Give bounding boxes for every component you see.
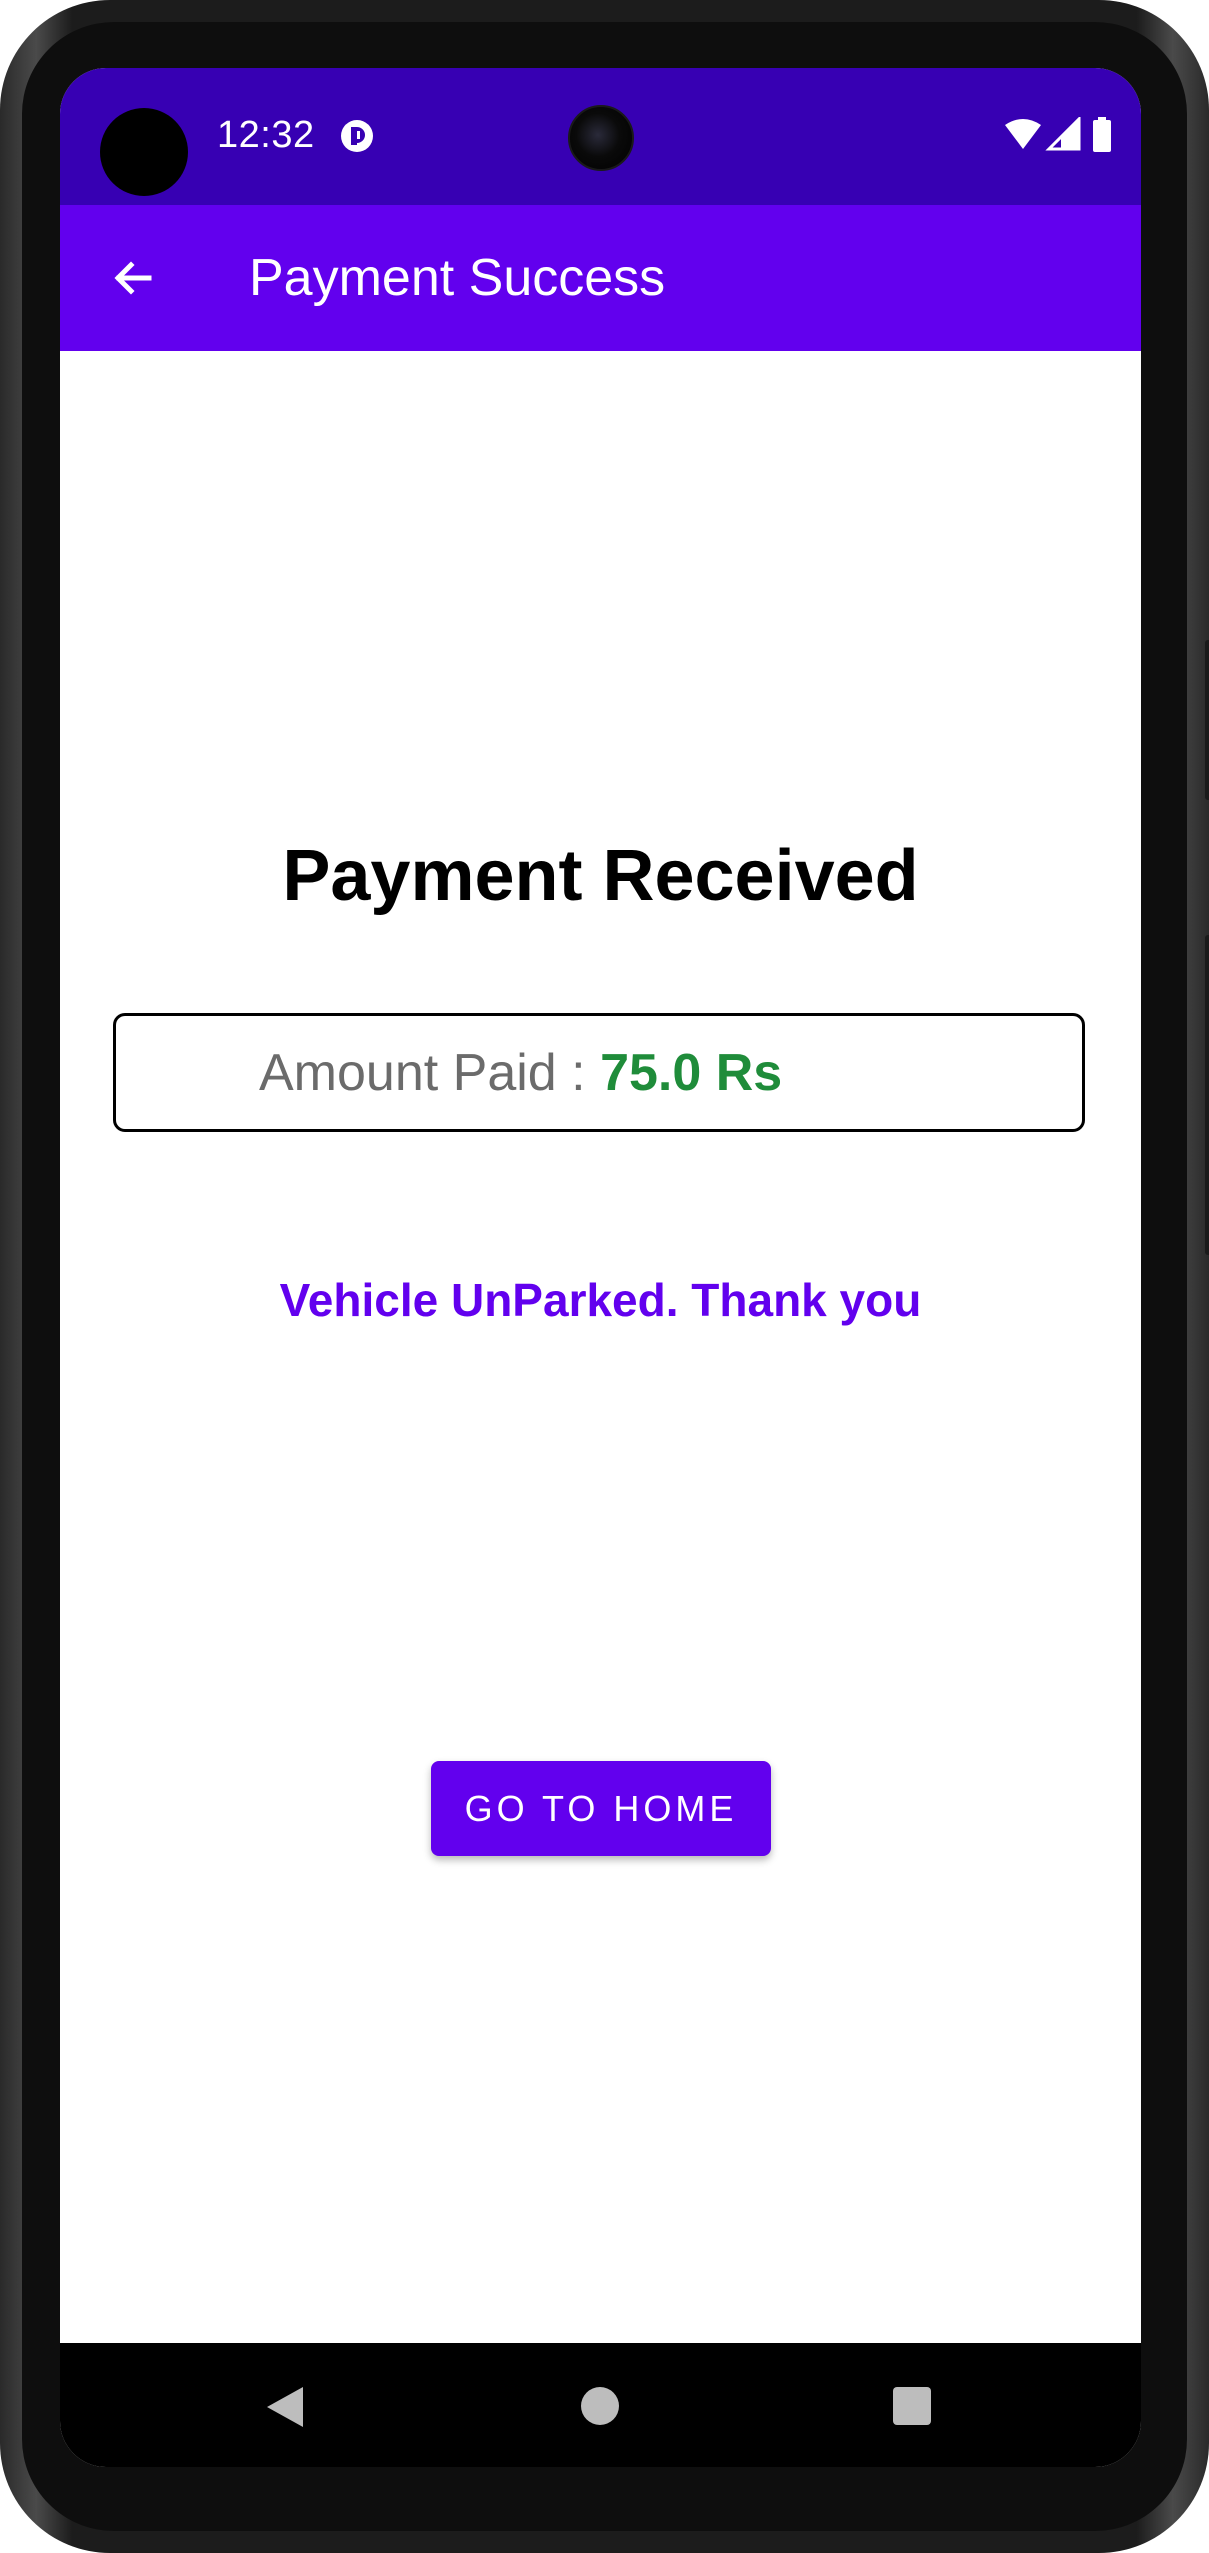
camera-cutout bbox=[100, 108, 188, 196]
app-bar: Payment Success bbox=[60, 205, 1141, 351]
screen: 12:32 Payment Success Payment Received A… bbox=[60, 68, 1141, 2467]
go-to-home-button[interactable]: GO TO HOME bbox=[431, 1761, 771, 1856]
nav-home-icon[interactable] bbox=[581, 2387, 619, 2425]
nav-back-icon[interactable] bbox=[265, 2385, 305, 2429]
vehicle-unparked-message: Vehicle UnParked. Thank you bbox=[279, 1274, 922, 1326]
notification-icon bbox=[341, 120, 373, 152]
power-button bbox=[1205, 640, 1209, 800]
phone-frame: 12:32 Payment Success Payment Received A… bbox=[0, 0, 1209, 2553]
wifi-icon bbox=[1005, 119, 1041, 149]
status-icons bbox=[1005, 117, 1111, 152]
status-time: 12:32 bbox=[217, 114, 315, 156]
back-button[interactable] bbox=[96, 241, 170, 315]
volume-button bbox=[1205, 935, 1209, 1255]
amount-paid-value: 75.0 Rs bbox=[600, 1043, 783, 1102]
payment-received-heading: Payment Received bbox=[282, 836, 919, 916]
status-bar: 12:32 bbox=[60, 68, 1141, 205]
front-camera bbox=[568, 105, 634, 171]
nav-recents-icon[interactable] bbox=[893, 2387, 931, 2425]
amount-paid-box: Amount Paid : 75.0 Rs bbox=[113, 1013, 1085, 1132]
cellular-signal-icon bbox=[1045, 117, 1081, 151]
battery-icon bbox=[1093, 117, 1111, 152]
navigation-bar bbox=[60, 2343, 1141, 2467]
app-bar-title: Payment Success bbox=[249, 249, 666, 307]
arrow-back-icon bbox=[114, 261, 152, 295]
amount-paid-label: Amount Paid : bbox=[259, 1043, 601, 1102]
